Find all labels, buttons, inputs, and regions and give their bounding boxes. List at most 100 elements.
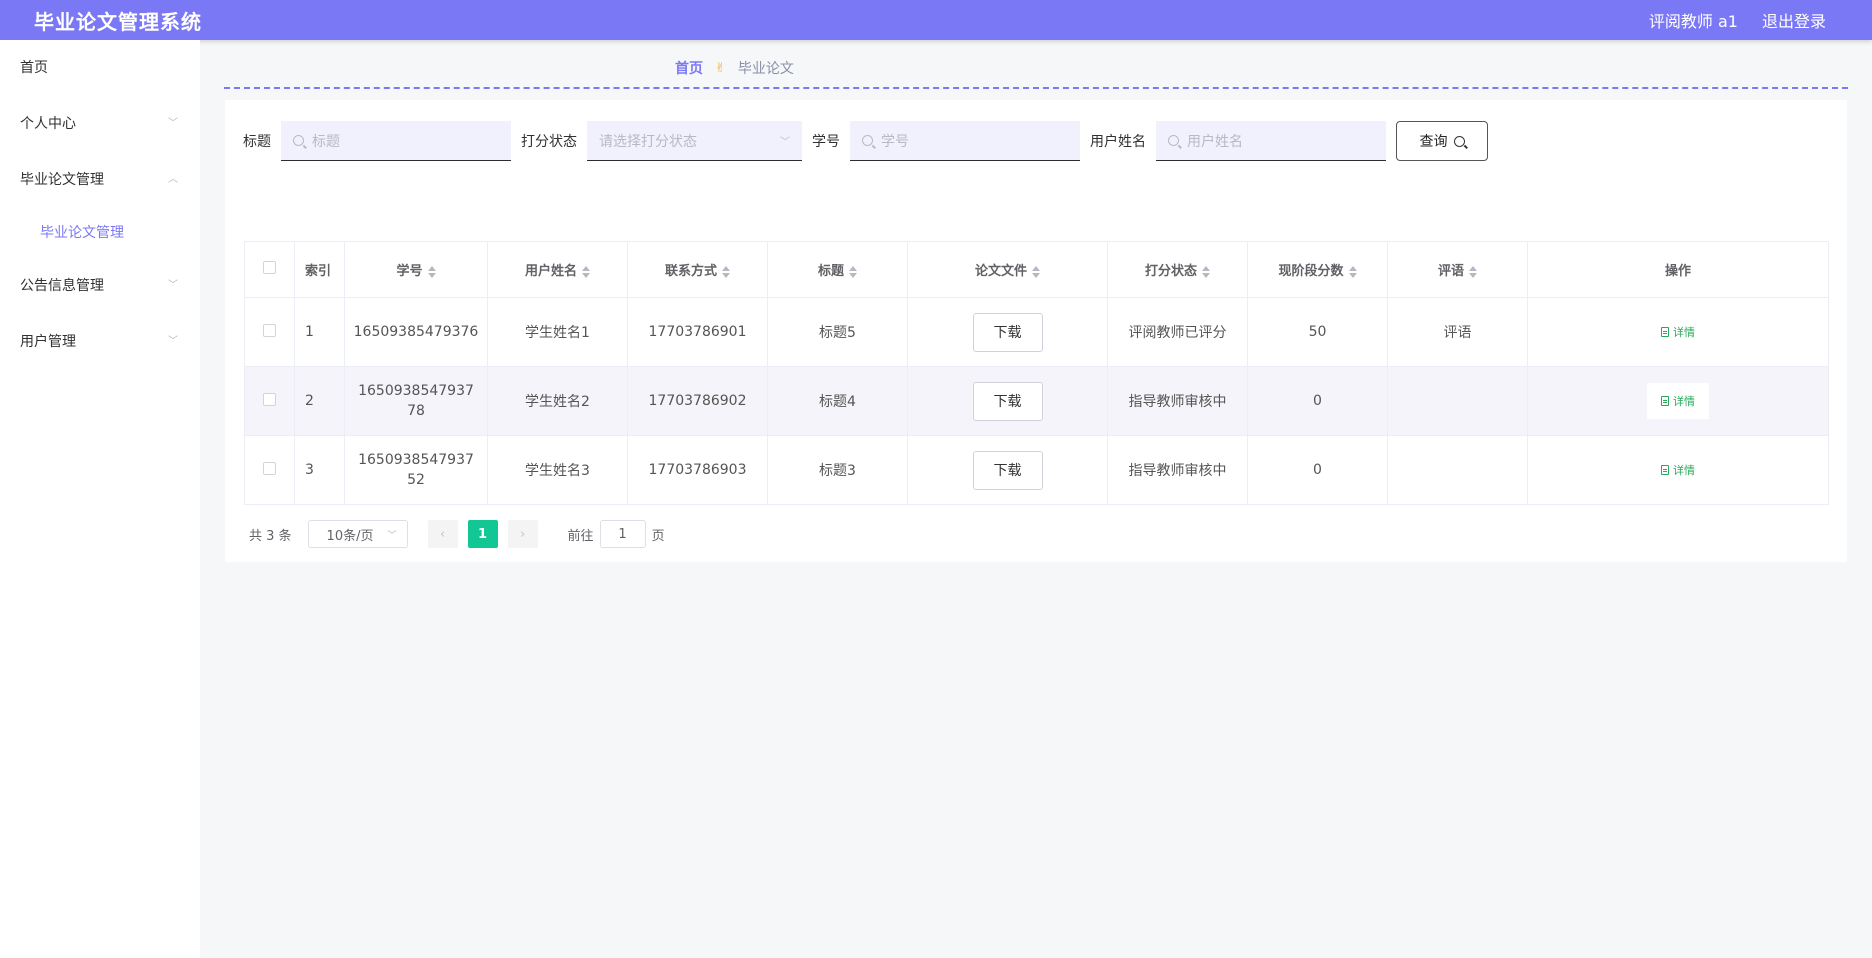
sidebar-item-thesis-management[interactable]: 毕业论文管理 ︿	[0, 152, 200, 208]
row-index: 3	[294, 435, 345, 505]
row-file-cell: 下载	[907, 366, 1108, 436]
column-header-label: 现阶段分数	[1278, 264, 1344, 279]
detail-label: 详情	[1673, 326, 1695, 339]
header-actions: 评阅教师 a1 退出登录	[1649, 8, 1826, 32]
top-header: 毕业论文管理系统 评阅教师 a1 退出登录	[0, 0, 1872, 40]
sort-icon[interactable]	[1469, 265, 1477, 278]
sort-icon[interactable]	[849, 265, 857, 278]
main-content: 首页 ✌ 毕业论文 标题 标题 打分状态 请选择打分状态 ﹀ 学号 学号 用户姓…	[200, 40, 1872, 958]
search-bar: 标题 标题 打分状态 请选择打分状态 ﹀ 学号 学号 用户姓名 用户姓名 查询	[243, 121, 1488, 161]
column-header-name[interactable]: 用户姓名	[487, 241, 628, 298]
row-checkbox[interactable]	[263, 461, 276, 475]
download-button[interactable]: 下载	[972, 312, 1043, 352]
status-label: 打分状态	[521, 134, 577, 150]
row-comment: 评语	[1387, 297, 1528, 367]
sidebar-item-label: 用户管理	[20, 334, 76, 350]
row-file-cell: 下载	[907, 435, 1108, 505]
query-button[interactable]: 查询	[1396, 121, 1488, 161]
page-size-select[interactable]: 10条/页 ﹀	[307, 520, 408, 548]
download-button[interactable]: 下载	[972, 450, 1043, 490]
column-header-title[interactable]: 标题	[767, 241, 908, 298]
sort-icon[interactable]	[1202, 265, 1210, 278]
breadcrumb-home[interactable]: 首页	[675, 58, 703, 78]
detail-button[interactable]: 详情	[1647, 452, 1709, 488]
column-header-label: 评语	[1437, 264, 1464, 279]
column-header-score[interactable]: 现阶段分数	[1247, 241, 1388, 298]
table-row: 2 165093854793778 学生姓名2 17703786902 标题4 …	[244, 366, 1829, 436]
status-select[interactable]: 请选择打分状态 ﹀	[587, 121, 802, 161]
sidebar-subitem-thesis-management[interactable]: 毕业论文管理	[0, 208, 200, 258]
sort-icon[interactable]	[427, 265, 436, 278]
sidebar-item-user-management[interactable]: 用户管理 ﹀	[0, 314, 200, 370]
row-name: 学生姓名2	[487, 366, 628, 436]
sidebar-item-announcement-management[interactable]: 公告信息管理 ﹀	[0, 258, 200, 314]
select-all-cell	[244, 241, 295, 298]
prev-page-button[interactable]: ‹	[427, 520, 458, 548]
sidebar-item-label: 毕业论文管理	[40, 225, 124, 241]
thesis-table: 索引 学号 用户姓名 联系方式 标题 论文文件 打分状态 现阶段分数 评语 操作…	[244, 241, 1829, 505]
column-header-status[interactable]: 打分状态	[1107, 241, 1248, 298]
sort-icon[interactable]	[1032, 265, 1040, 278]
column-header-action: 操作	[1527, 241, 1829, 298]
row-checkbox[interactable]	[263, 392, 276, 406]
sidebar-item-home[interactable]: 首页	[0, 40, 200, 96]
row-select-cell	[244, 297, 295, 367]
column-header-label: 用户姓名	[524, 264, 577, 279]
table-header-row: 索引 学号 用户姓名 联系方式 标题 论文文件 打分状态 现阶段分数 评语 操作	[244, 241, 1829, 298]
row-student-no: 165093854793752	[344, 435, 488, 505]
column-header-phone[interactable]: 联系方式	[627, 241, 768, 298]
title-input[interactable]: 标题	[281, 121, 511, 161]
row-checkbox[interactable]	[263, 323, 276, 337]
chevron-right-icon: ›	[519, 526, 526, 542]
sort-icon[interactable]	[1348, 265, 1357, 278]
download-button[interactable]: 下载	[972, 381, 1043, 421]
row-name: 学生姓名3	[487, 435, 628, 505]
sidebar-item-label: 毕业论文管理	[20, 172, 104, 188]
select-all-checkbox[interactable]	[263, 261, 276, 274]
student-no-input[interactable]: 学号	[850, 121, 1080, 161]
chevron-down-icon: ﹀	[168, 280, 178, 291]
username-input[interactable]: 用户姓名	[1156, 121, 1386, 161]
goto-page: 前往 页	[568, 520, 665, 548]
content-card: 标题 标题 打分状态 请选择打分状态 ﹀ 学号 学号 用户姓名 用户姓名 查询	[225, 100, 1847, 562]
next-page-button[interactable]: ›	[507, 520, 538, 548]
row-action-cell: 详情	[1527, 297, 1829, 367]
title-label: 标题	[243, 134, 271, 150]
row-comment	[1387, 366, 1528, 436]
student-no-placeholder: 学号	[881, 133, 909, 150]
row-score: 0	[1247, 366, 1388, 436]
app-title: 毕业论文管理系统	[34, 9, 202, 34]
column-header-label: 论文文件	[974, 264, 1027, 279]
sort-icon[interactable]	[722, 265, 730, 278]
search-icon	[1168, 135, 1179, 146]
document-icon	[1661, 327, 1669, 337]
detail-button[interactable]: 详情	[1647, 383, 1709, 419]
row-action-cell: 详情	[1527, 366, 1829, 436]
breadcrumb: 首页 ✌ 毕业论文	[675, 58, 794, 78]
page-number-button[interactable]: 1	[467, 520, 498, 548]
column-header-label: 打分状态	[1144, 264, 1197, 279]
chevron-down-icon: ﹀	[780, 137, 790, 148]
goto-page-input[interactable]	[599, 520, 646, 548]
table-row: 1 16509385479376 学生姓名1 17703786901 标题5 下…	[244, 297, 1829, 367]
row-phone: 17703786902	[627, 366, 768, 436]
column-header-file[interactable]: 论文文件	[907, 241, 1108, 298]
row-title: 标题3	[767, 435, 908, 505]
username-label: 用户姓名	[1090, 134, 1146, 150]
column-header-comment[interactable]: 评语	[1387, 241, 1528, 298]
row-student-no: 16509385479376	[344, 297, 488, 367]
username-placeholder: 用户姓名	[1187, 133, 1243, 150]
student-no-label: 学号	[812, 134, 840, 150]
row-phone: 17703786901	[627, 297, 768, 367]
detail-button[interactable]: 详情	[1647, 314, 1709, 350]
chevron-up-icon: ︿	[168, 174, 178, 185]
goto-suffix: 页	[651, 528, 665, 544]
row-select-cell	[244, 435, 295, 505]
chevron-down-icon: ﹀	[168, 118, 178, 129]
column-header-student-no[interactable]: 学号	[344, 241, 488, 298]
row-index: 1	[294, 297, 345, 367]
column-header-label: 联系方式	[664, 264, 717, 279]
sort-icon[interactable]	[582, 265, 590, 278]
sidebar-item-personal-center[interactable]: 个人中心 ﹀	[0, 96, 200, 152]
logout-button[interactable]: 退出登录	[1762, 8, 1826, 32]
